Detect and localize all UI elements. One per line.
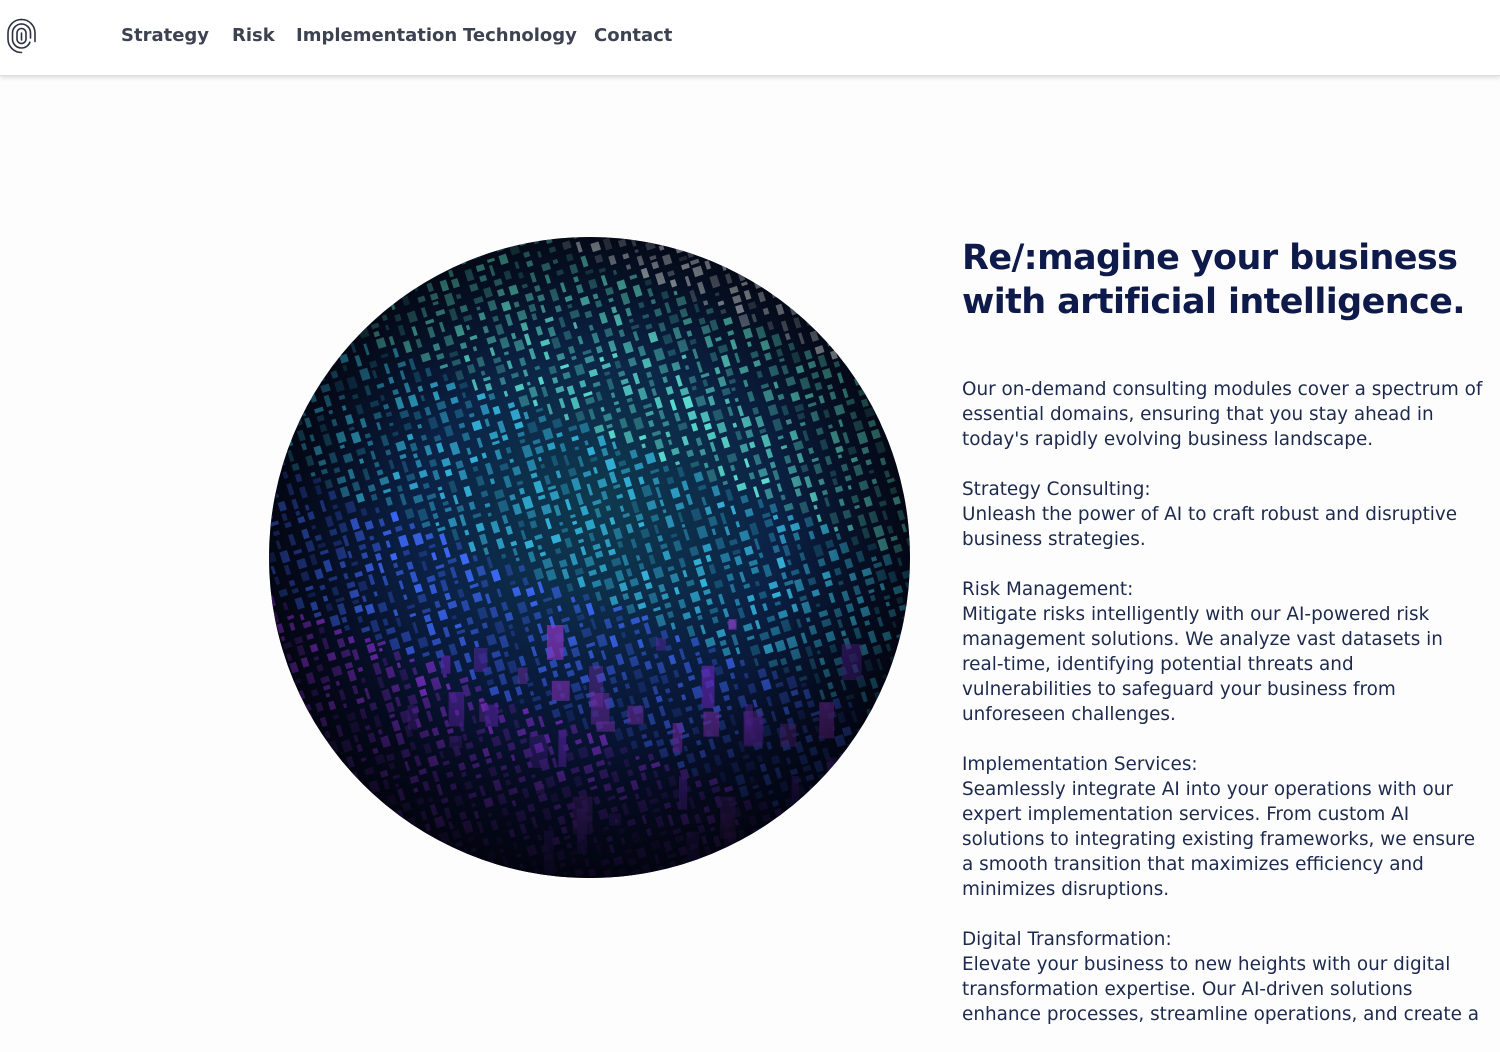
section-digital: Digital Transformation: Elevate your bus…	[962, 927, 1487, 1027]
nav-risk[interactable]: Risk	[232, 22, 275, 50]
headline-line-2: with artificial intelligence.	[962, 280, 1482, 324]
section-implementation: Implementation Services: Seamlessly inte…	[962, 752, 1487, 902]
section-risk: Risk Management: Mitigate risks intellig…	[962, 577, 1487, 727]
section-text: Elevate your business to new heights wit…	[962, 952, 1487, 1027]
intro-paragraph: Our on-demand consulting modules cover a…	[962, 377, 1487, 452]
page-headline: Re/:magine your business with artificial…	[962, 236, 1482, 324]
services-description: Our on-demand consulting modules cover a…	[962, 377, 1487, 1052]
section-title: Risk Management:	[962, 577, 1487, 602]
nav-technology[interactable]: Technology	[463, 22, 577, 50]
section-title: Implementation Services:	[962, 752, 1487, 777]
section-title: Strategy Consulting:	[962, 477, 1487, 502]
section-text: Seamlessly integrate AI into your operat…	[962, 777, 1487, 902]
ai-data-circle-image	[269, 237, 910, 878]
section-title: Digital Transformation:	[962, 927, 1487, 952]
nav-contact[interactable]: Contact	[594, 22, 672, 50]
nav-strategy[interactable]: Strategy	[121, 22, 209, 50]
fingerprint-icon[interactable]	[5, 17, 38, 55]
nav-implementation[interactable]: Implementation	[296, 22, 457, 50]
section-strategy: Strategy Consulting: Unleash the power o…	[962, 477, 1487, 552]
headline-line-1: Re/:magine your business	[962, 236, 1482, 280]
top-navigation-bar: Strategy Risk Implementation Technology …	[0, 0, 1500, 76]
section-text: Mitigate risks intelligently with our AI…	[962, 602, 1487, 727]
section-text: Unleash the power of AI to craft robust …	[962, 502, 1487, 552]
